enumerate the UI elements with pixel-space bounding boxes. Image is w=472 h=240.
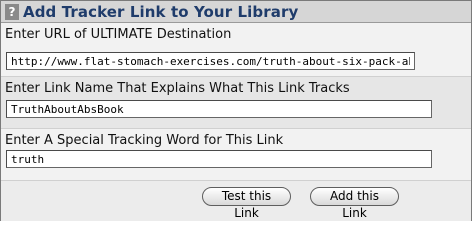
link-name-input[interactable] bbox=[6, 100, 432, 118]
panel-title: Add Tracker Link to Your Library bbox=[23, 2, 299, 21]
add-link-button[interactable]: Add this Link bbox=[310, 187, 399, 220]
tracking-word-input[interactable] bbox=[6, 150, 432, 168]
destination-label: Enter URL of ULTIMATE Destination bbox=[5, 27, 232, 42]
tracking-word-label: Enter A Special Tracking Word for This L… bbox=[5, 133, 284, 148]
add-tracker-link-panel: ? Add Tracker Link to Your Library Enter… bbox=[0, 0, 472, 221]
test-link-button[interactable]: Test this Link bbox=[202, 187, 291, 220]
panel-header: ? Add Tracker Link to Your Library bbox=[1, 1, 471, 23]
question-mark-icon[interactable]: ? bbox=[5, 3, 19, 20]
destination-url-input[interactable] bbox=[6, 52, 415, 70]
link-name-label: Enter Link Name That Explains What This … bbox=[5, 81, 350, 96]
